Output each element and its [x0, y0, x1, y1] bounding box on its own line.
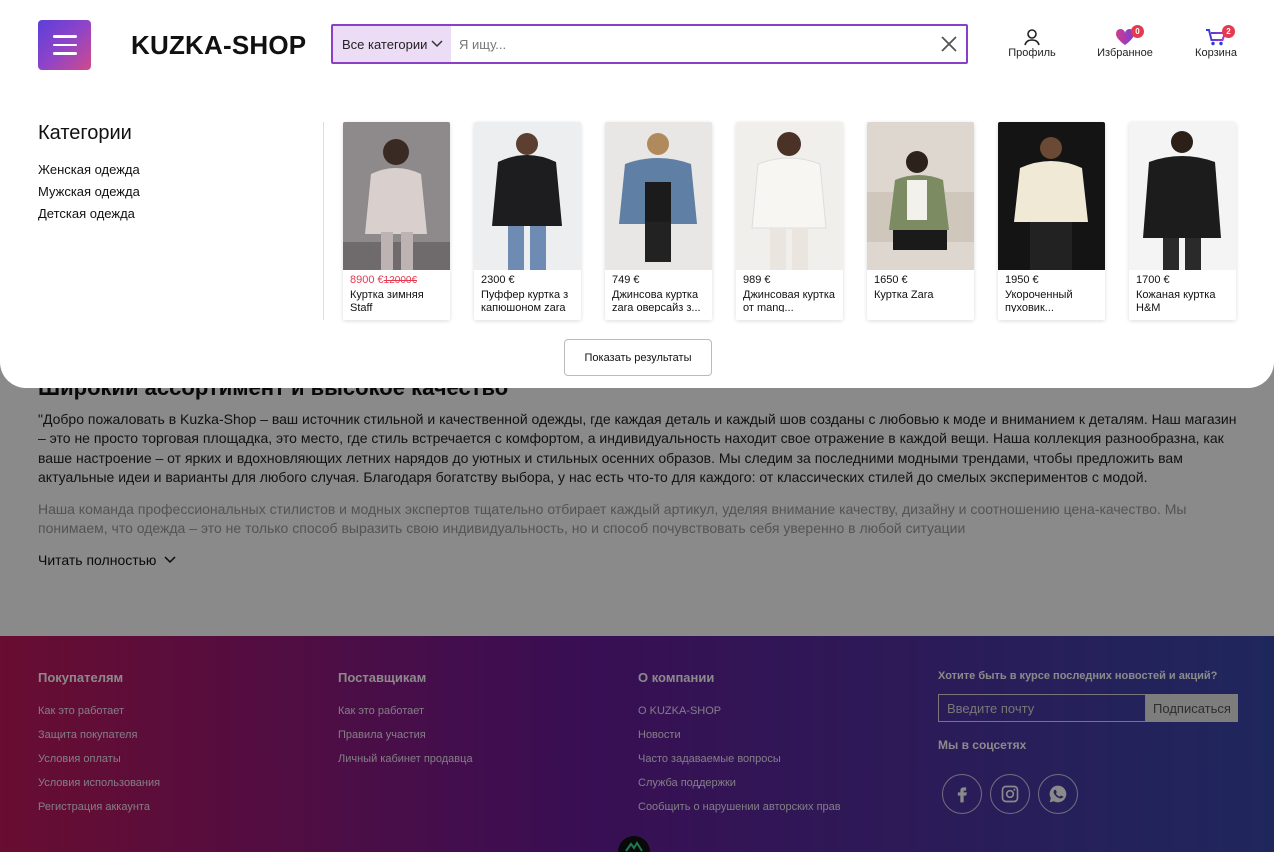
menu-icon-line [52, 52, 77, 55]
chevron-down-icon [431, 40, 443, 48]
product-title: Джинсовая куртка от mang... [743, 289, 836, 312]
menu-icon-line [52, 35, 77, 38]
product-image [867, 122, 974, 270]
menu-icon-line [52, 43, 77, 47]
product-image [605, 122, 712, 270]
cart-count-badge: 2 [1222, 25, 1235, 38]
product-image [1129, 122, 1236, 270]
product-price: 8900 €12000€ [343, 270, 450, 286]
clear-search-button[interactable] [932, 26, 966, 62]
product-price: 1650 € [874, 274, 908, 286]
product-price: 1950 € [1005, 274, 1039, 286]
cart-button[interactable]: 2 Корзина [1176, 25, 1256, 59]
category-link[interactable]: Мужская одежда [38, 181, 140, 203]
product-image [474, 122, 581, 270]
product-image [343, 122, 450, 270]
divider [323, 122, 324, 320]
category-select[interactable]: Все категории [333, 26, 451, 62]
product-results: 8900 €12000€ Куртка зимняя Staff 2300 € … [343, 122, 1236, 320]
product-title: Куртка Zara [874, 289, 934, 301]
product-card[interactable]: 8900 €12000€ Куртка зимняя Staff [343, 122, 450, 320]
category-select-value: Все категории [342, 36, 428, 52]
profile-button[interactable]: Профиль [992, 28, 1072, 59]
product-title: Укороченный пуховик... [1005, 289, 1073, 312]
product-title: Кожаная куртка H&M [1136, 289, 1216, 312]
product-image [736, 122, 843, 270]
cart-label: Корзина [1195, 47, 1237, 59]
product-card[interactable]: 1650 € Куртка Zara [867, 122, 974, 320]
favorites-label: Избранное [1097, 47, 1153, 59]
search-panel: KUZKA-SHOP Все категории Я ищу... Профил… [0, 0, 1274, 388]
product-title: Пуффер куртка з капюшоном zara [481, 289, 569, 312]
product-card[interactable]: 1700 € Кожаная куртка H&M [1129, 122, 1236, 320]
favorites-button[interactable]: 0 Избранное [1085, 25, 1165, 59]
product-card[interactable]: 2300 € Пуффер куртка з капюшоном zara [474, 122, 581, 320]
favorites-count-badge: 0 [1131, 25, 1144, 38]
product-card[interactable]: 989 € Джинсовая куртка от mang... [736, 122, 843, 320]
categories-list: Категории Женская одежда Мужская одежда … [38, 122, 140, 225]
product-title: Джинсова куртка zara оверсайз з... [612, 289, 701, 312]
product-price: 989 € [743, 274, 771, 286]
profile-label: Профиль [1008, 47, 1056, 59]
brand-logo[interactable]: KUZKA-SHOP [131, 30, 306, 61]
product-card[interactable]: 749 € Джинсова куртка zara оверсайз з... [605, 122, 712, 320]
product-title: Куртка зимняя Staff [350, 289, 424, 312]
category-link[interactable]: Детская одежда [38, 203, 140, 225]
product-price: 749 € [612, 274, 640, 286]
menu-button[interactable] [38, 20, 91, 70]
search-input[interactable]: Я ищу... [451, 26, 932, 62]
product-price: 1700 € [1136, 274, 1170, 286]
product-price: 2300 € [481, 274, 515, 286]
product-card[interactable]: 1950 € Укороченный пуховик... [998, 122, 1105, 320]
category-link[interactable]: Женская одежда [38, 159, 140, 181]
product-old-price: 12000€ [383, 275, 418, 286]
user-icon [1024, 29, 1040, 46]
show-results-button[interactable]: Показать результаты [564, 339, 712, 376]
categories-title: Категории [38, 122, 132, 144]
search-bar: Все категории Я ищу... [331, 24, 968, 64]
product-image [998, 122, 1105, 270]
close-icon [941, 36, 957, 52]
product-sale-price: 8900 € [350, 274, 384, 286]
